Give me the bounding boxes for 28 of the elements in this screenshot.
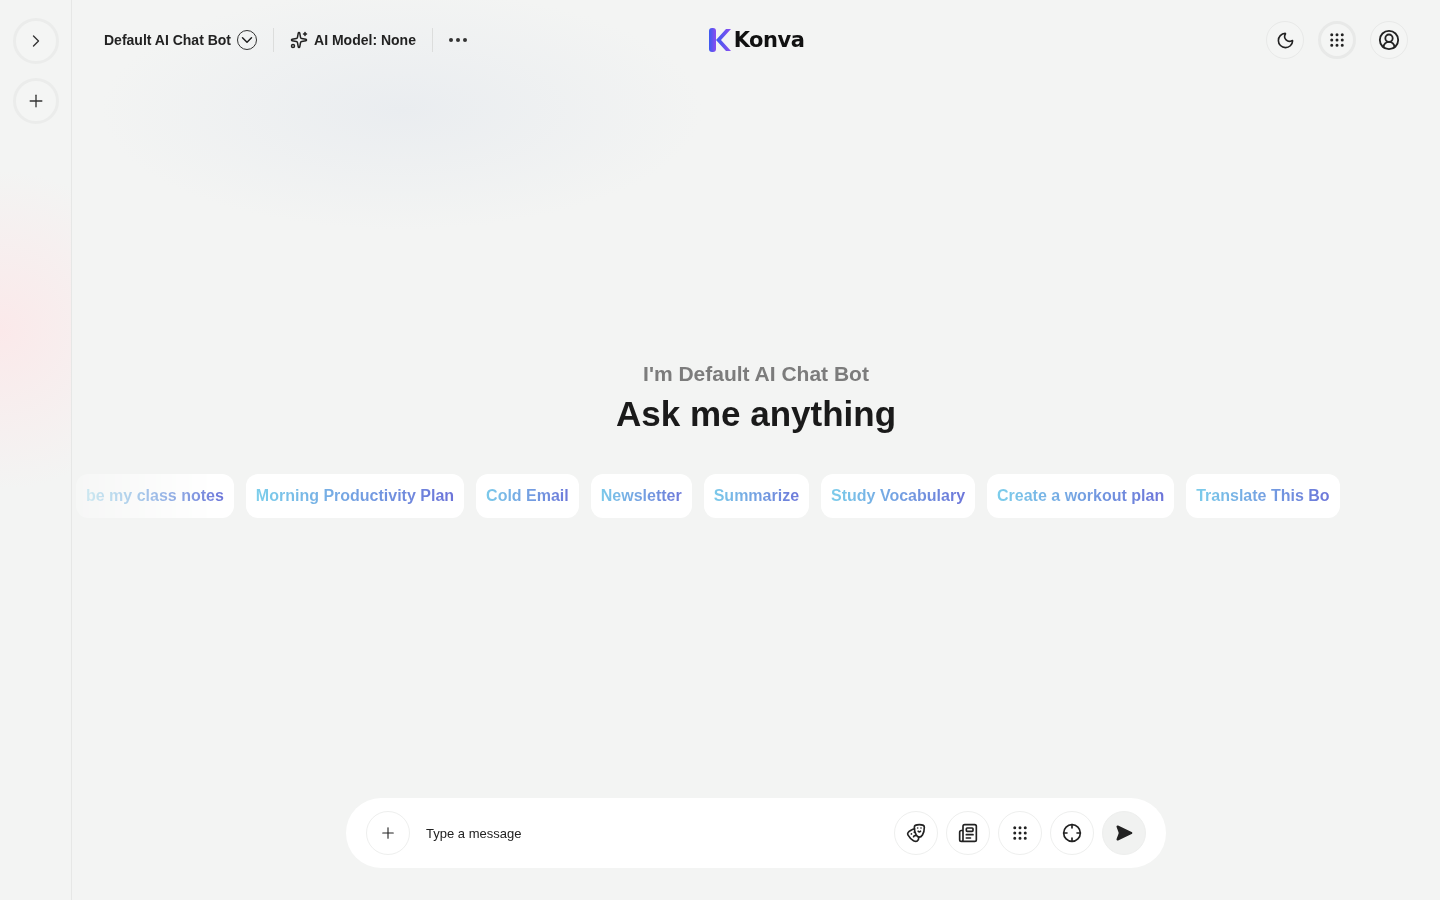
user-icon	[1378, 29, 1400, 51]
profile-button[interactable]	[1370, 21, 1408, 59]
theme-button[interactable]	[1266, 21, 1304, 59]
send-icon	[1115, 824, 1133, 842]
send-button[interactable]	[1102, 811, 1146, 855]
grid-icon	[1328, 31, 1346, 49]
article-icon	[958, 823, 978, 843]
article-button[interactable]	[946, 811, 990, 855]
bot-greeting: I'm Default AI Chat Bot	[643, 362, 869, 386]
sparkles-icon	[290, 31, 309, 49]
mask-button[interactable]	[894, 811, 938, 855]
moon-icon	[1275, 30, 1295, 50]
more-button[interactable]	[448, 38, 467, 42]
more-icon	[448, 38, 467, 42]
logo-icon	[707, 27, 732, 53]
target-button[interactable]	[1050, 811, 1094, 855]
dots-edit-button[interactable]	[998, 811, 1042, 855]
hero-title: Ask me anything	[615, 394, 897, 434]
dots-icon	[1011, 824, 1029, 842]
model-selector[interactable]: AI Model: None	[290, 31, 416, 49]
new-chat-button[interactable]	[12, 78, 59, 124]
message-input[interactable]: Type a message	[424, 824, 886, 842]
plus-icon	[379, 824, 397, 842]
bot-selector[interactable]: Default AI Chat Bot	[104, 30, 258, 50]
mask-icon	[906, 823, 926, 843]
crosshair-icon	[1062, 823, 1082, 843]
logo-text: Konva	[733, 28, 805, 52]
apps-button[interactable]	[1318, 21, 1356, 59]
